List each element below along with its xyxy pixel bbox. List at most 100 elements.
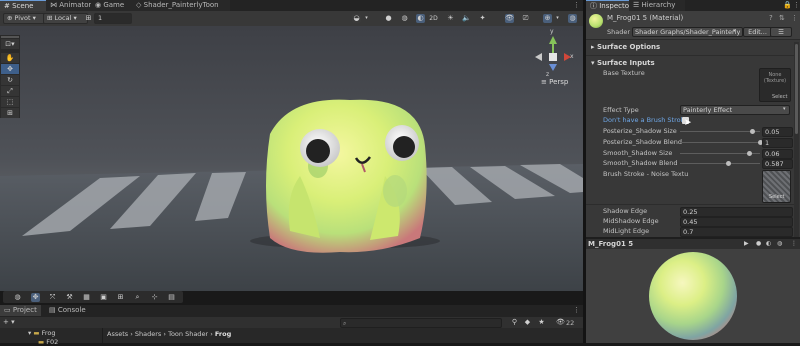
base-texture-select[interactable]: Select: [772, 94, 787, 100]
help-icon[interactable]: ?: [769, 14, 773, 22]
shader-options-button[interactable]: ☰: [770, 27, 792, 37]
lighting-icon[interactable]: ☀: [446, 14, 455, 23]
move-tool-icon[interactable]: ✥: [1, 64, 19, 74]
effect-type-dropdown[interactable]: Painterly Effect: [680, 105, 790, 115]
posterize-shadow-size-knob[interactable]: [749, 129, 755, 134]
rotate-tool-icon[interactable]: ↻: [1, 75, 19, 85]
smooth-shadow-size-field[interactable]: 0.06: [762, 149, 793, 159]
smooth-shadow-blend-knob[interactable]: [725, 161, 731, 166]
draw-mode-chevron-icon[interactable]: ▾: [362, 14, 371, 23]
breadcrumb-frog[interactable]: Frog: [215, 330, 231, 338]
rect-tool-icon[interactable]: ⬚: [1, 97, 19, 107]
layers-icon[interactable]: ▣: [99, 293, 108, 302]
snap-value-field[interactable]: 1: [94, 13, 132, 24]
noise-texture-slot[interactable]: Select: [762, 170, 791, 203]
tab-hierarchy[interactable]: ☰ Hierarchy: [629, 0, 685, 11]
local-dropdown[interactable]: ⊞ Local ▾: [43, 13, 88, 24]
effects-icon[interactable]: ✦: [478, 14, 487, 23]
inspector-scrollbar[interactable]: [794, 42, 799, 237]
preview-menu-icon[interactable]: ⋮: [791, 240, 797, 247]
scene-globe-icon[interactable]: ◍: [568, 14, 577, 23]
kebab-menu-icon[interactable]: ⋮: [573, 1, 580, 9]
move-overlay-icon[interactable]: ✥: [31, 293, 40, 302]
pivot-dropdown[interactable]: ⊕ Pivot ▾: [3, 13, 46, 24]
tab-inspector-label: Inspector: [599, 2, 632, 10]
grid-snap-icon[interactable]: ⊞: [84, 14, 93, 23]
project-menu-icon[interactable]: ⋮: [573, 306, 580, 314]
sphere-shaded-icon[interactable]: ●: [384, 14, 393, 23]
tree-item-frog[interactable]: ▾ ▬ Frog: [28, 329, 55, 337]
project-search-input[interactable]: ⌕: [340, 318, 502, 328]
tab-shader[interactable]: ◇ Shader_PainterlyToon: [132, 0, 230, 11]
snap-value: 1: [98, 14, 103, 22]
label-icon[interactable]: ◆: [523, 318, 532, 327]
posterize-shadow-blend-field[interactable]: 1: [762, 138, 793, 148]
camera-icon[interactable]: ⎚: [521, 14, 530, 23]
brush-stroke-link[interactable]: Don't have a Brush Stroke: [603, 116, 688, 125]
edit-shader-button[interactable]: Edit...: [743, 27, 772, 37]
scene-viewport[interactable]: [0, 26, 583, 291]
breadcrumb-assets[interactable]: Assets: [107, 330, 128, 338]
palette-handle-icon: [1, 36, 19, 38]
audio-icon[interactable]: 🔈: [462, 14, 471, 23]
pivot-overlay-icon[interactable]: ⊹: [150, 293, 159, 302]
projection-label[interactable]: ≡ Persp: [541, 78, 568, 86]
breadcrumb-toon-shader[interactable]: Toon Shader: [168, 330, 208, 338]
hidden-objects-icon[interactable]: 👁: [505, 14, 514, 23]
gizmo-y-label: y: [550, 28, 554, 35]
preview-sphere-icon[interactable]: ●: [756, 240, 761, 247]
posterize-shadow-size-slider[interactable]: [680, 131, 760, 132]
posterize-shadow-size-field[interactable]: 0.05: [762, 127, 793, 137]
wand-icon[interactable]: ⚒: [65, 293, 74, 302]
tab-project[interactable]: ▭ Project: [0, 305, 41, 316]
shader-dropdown[interactable]: Shader Graphs/Shader_Painterly: [632, 27, 743, 37]
material-preview-area[interactable]: [586, 249, 800, 343]
mode-2d-button[interactable]: 2D: [428, 14, 439, 23]
midshadow-edge-field[interactable]: 0.45: [680, 217, 793, 227]
smooth-shadow-size-knob[interactable]: [747, 151, 753, 156]
noise-texture-select[interactable]: Select: [769, 194, 784, 200]
draw-mode-icon[interactable]: ◒: [352, 14, 361, 23]
lock-icon[interactable]: 🔒: [783, 1, 792, 9]
filter-icon[interactable]: ⚲: [510, 318, 519, 327]
transform-tool-icon[interactable]: ⊞: [1, 108, 19, 118]
scale-tool-icon[interactable]: ⤢: [1, 86, 19, 96]
view-tool-icon[interactable]: ✋: [1, 53, 19, 63]
midlight-edge-field[interactable]: 0.7: [680, 227, 793, 237]
tree-item-f02[interactable]: ▬ F02: [38, 338, 58, 346]
surface-options-header[interactable]: ▸ Surface Options: [586, 42, 794, 53]
shader-dropdown-value: Shader Graphs/Shader_Painterly: [635, 28, 741, 36]
preview-light-icon[interactable]: ◐: [766, 240, 771, 247]
star-icon[interactable]: ★: [537, 318, 546, 327]
play-icon[interactable]: ▶: [744, 240, 749, 247]
smooth-shadow-blend-field[interactable]: 0.587: [762, 159, 793, 169]
material-menu-icon[interactable]: ⋮: [791, 14, 798, 22]
bones-icon[interactable]: ⤧: [48, 293, 57, 302]
wireframe-icon[interactable]: ◍: [400, 14, 409, 23]
preview-bg-icon[interactable]: ◍: [777, 240, 782, 247]
grid-overlay-icon[interactable]: ⊞: [116, 293, 125, 302]
tree-divider[interactable]: [102, 328, 103, 343]
preset-icon[interactable]: ⇅: [779, 14, 785, 22]
tab-console[interactable]: ▤ Console: [45, 305, 90, 316]
add-asset-button[interactable]: + ▾: [3, 318, 15, 326]
gizmos-chevron-icon[interactable]: ▾: [553, 14, 562, 23]
frog-model[interactable]: [250, 99, 440, 253]
shadow-edge-field[interactable]: 0.25: [680, 207, 793, 217]
surface-options-label: Surface Options: [596, 43, 661, 51]
image-overlay-icon[interactable]: ▤: [167, 293, 176, 302]
scrollbar-thumb[interactable]: [795, 44, 798, 134]
shader-chevron-icon: ▾: [733, 28, 736, 34]
orientation-dropdown-icon[interactable]: ⊡▾: [1, 39, 19, 49]
base-texture-slot[interactable]: None (Texture) Select: [759, 68, 791, 102]
smooth-shadow-blend-slider[interactable]: [680, 163, 760, 164]
search-overlay-icon[interactable]: ⌕: [133, 293, 142, 302]
orbit-icon[interactable]: ◍: [13, 293, 22, 302]
gizmos-icon[interactable]: ⊕: [543, 14, 552, 23]
inspector-menu-icon[interactable]: ⋮: [793, 1, 800, 9]
eye-off-icon[interactable]: 👁: [556, 318, 565, 327]
render-mode-icon[interactable]: ◐: [416, 14, 425, 23]
frame-icon[interactable]: ▦: [82, 293, 91, 302]
breadcrumb-shaders[interactable]: Shaders: [135, 330, 161, 338]
posterize-shadow-blend-slider[interactable]: [680, 142, 760, 143]
